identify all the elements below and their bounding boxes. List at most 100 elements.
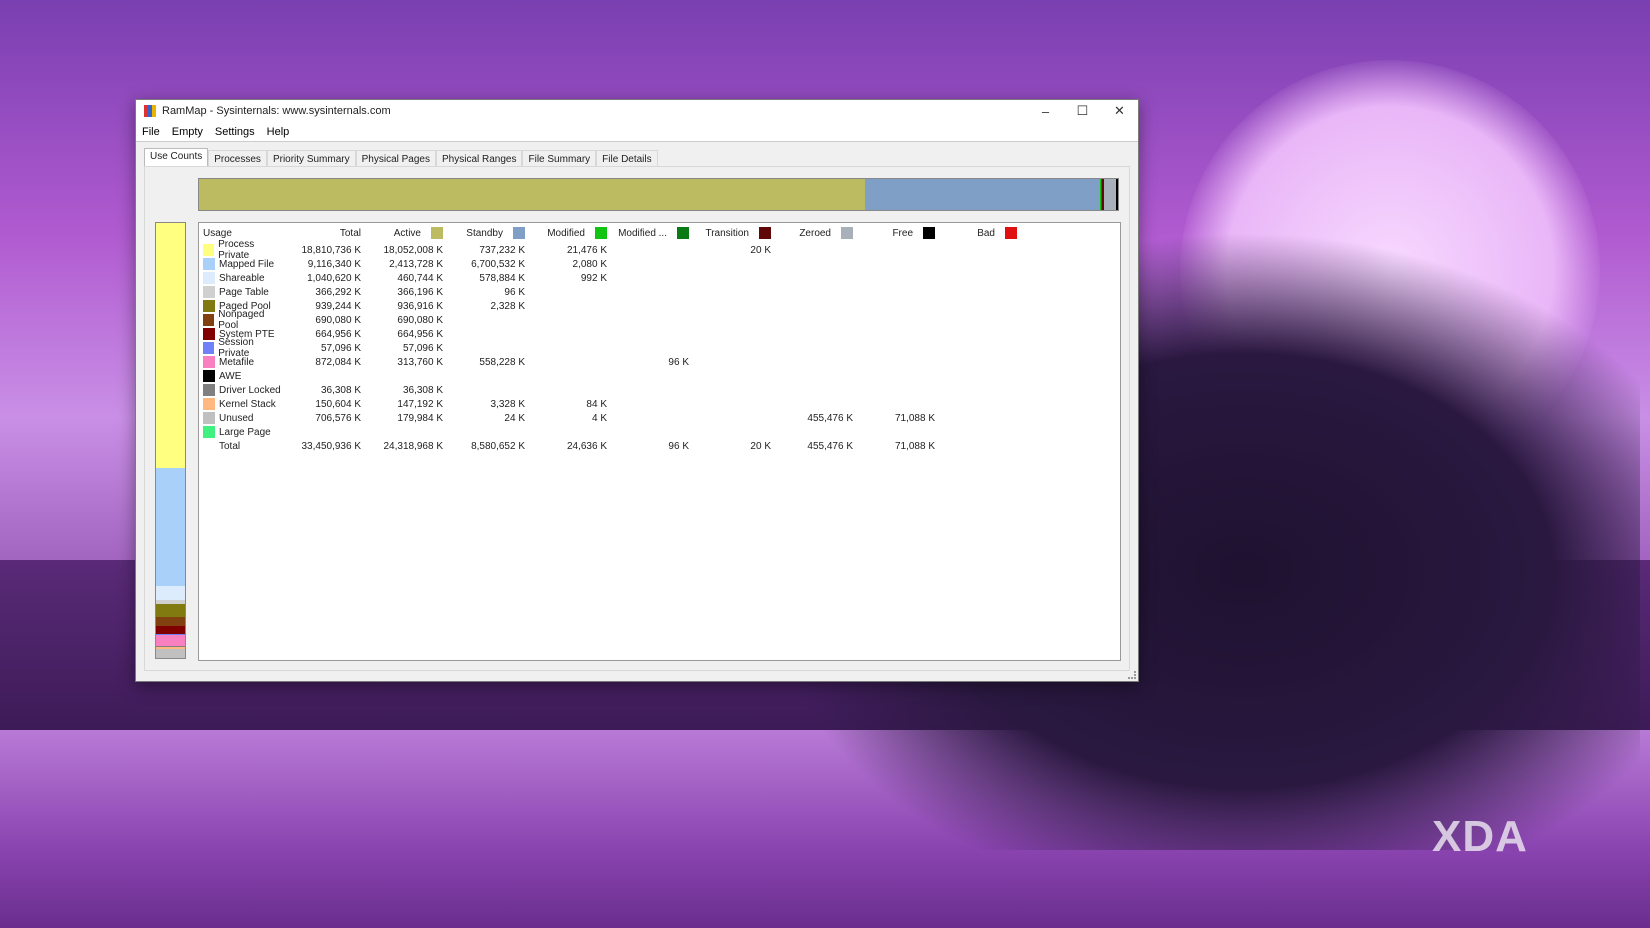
use-counts-table[interactable]: Usage Total Active Standby Modified Modified … [198,222,1121,661]
legend-swatch [595,227,607,239]
value-cell: 690,080 K [397,314,443,326]
column-label: Zeroed [799,227,831,239]
minimize-button[interactable]: – [1027,104,1064,119]
table-row[interactable]: Process Private 18,810,736 K 18,052,008 K7… [199,239,1120,261]
column-header-modified[interactable]: Modified ... [611,227,693,239]
value-cell: 21,476 K [566,244,607,256]
value-cell: 84 K [586,398,607,410]
table-row[interactable]: AWE [199,369,1120,383]
table-row[interactable]: Page Table 366,292 K 366,196 K 96 K [199,285,1120,299]
menu-settings[interactable]: Settings [209,126,261,138]
value-cell: 872,084 K [315,356,361,368]
column-header-usage[interactable]: Usage [199,228,283,239]
menu-file[interactable]: File [136,126,166,138]
value-cell: 179,984 K [397,412,443,424]
column-header-transition[interactable]: Transition [693,227,775,239]
value-cell: 3,328 K [490,398,525,410]
value-cell: 690,080 K [315,314,361,326]
value-cell: 18,052,008 K [383,244,444,256]
table-row[interactable]: Paged Pool 939,244 K 936,916 K 2,328 K [199,299,1120,313]
value-cell: 6,700,532 K [471,258,525,270]
value-cell: 578,884 K [479,272,525,284]
value-cell: 2,413,728 K [389,258,443,270]
column-header-modified[interactable]: Modified [529,227,611,239]
tab-use-counts[interactable]: Use Counts [144,148,209,168]
usage-bar-segment [156,616,185,626]
legend-swatch [431,227,443,239]
value-cell: 8,580,652 K [471,440,525,452]
value-cell: 96 K [504,286,525,298]
usage-bar-segment [156,625,185,635]
table-row[interactable]: Session Private 57,096 K 57,096 K [199,337,1120,359]
value-cell: 20 K [750,440,771,452]
usage-name: Large Page [219,426,271,438]
usage-cell: Shareable [199,272,283,284]
rammap-app-icon [144,105,156,117]
value-cell: 36,308 K [402,384,443,396]
table-row[interactable]: Shareable 1,040,620 K 460,744 K 578,884 K 99… [199,271,1120,285]
bar-segment-zeroed [1103,179,1117,210]
value-cell: 33,450,936 K [301,440,362,452]
usage-color-swatch [203,412,215,424]
usage-breakdown-bar [155,222,186,659]
usage-cell: Page Table [199,286,283,298]
menu-empty[interactable]: Empty [166,126,209,138]
legend-swatch [759,227,771,239]
column-label: Usage [203,227,232,239]
value-cell: 706,576 K [315,412,361,424]
value-cell: 664,956 K [397,328,443,340]
legend-swatch [1005,227,1017,239]
usage-color-swatch [203,258,215,270]
table-row[interactable]: Nonpaged Pool 690,080 K 690,080 K [199,309,1120,331]
value-cell: 18,810,736 K [301,244,362,256]
column-header-free[interactable]: Free [857,227,939,239]
menu-help[interactable]: Help [261,126,296,138]
column-header-bad[interactable]: Bad [939,227,1021,239]
table-row[interactable]: Large Page [199,425,1120,439]
table-row[interactable]: Mapped File 9,116,340 K 2,413,728 K 6,700,5… [199,257,1120,271]
title-bar[interactable]: RamMap - Sysinternals: www.sysinternals.… [136,100,1138,122]
legend-swatch [923,227,935,239]
column-header-total[interactable]: Total [283,228,365,239]
table-row[interactable]: Driver Locked 36,308 K 36,308 K [199,383,1120,397]
usage-cell: Large Page [199,426,283,438]
legend-swatch [677,227,689,239]
column-header-standby[interactable]: Standby [447,227,529,239]
value-cell: 664,956 K [315,328,361,340]
column-header-active[interactable]: Active [365,227,447,239]
value-cell: 150,604 K [315,398,361,410]
column-header-zeroed[interactable]: Zeroed [775,227,857,239]
usage-color-swatch [203,440,215,452]
usage-bar-segment [156,635,185,647]
table-row[interactable]: Unused 706,576 K 179,984 K 24 K 4 K 455,476 K… [199,411,1120,425]
table-row[interactable]: Total 33,450,936 K 24,318,968 K 8,580,652 K… [199,439,1120,453]
bar-segment-active [199,179,866,210]
table-row[interactable]: System PTE 664,956 K 664,956 K [199,327,1120,341]
legend-swatch [841,227,853,239]
usage-name: Kernel Stack [219,398,276,410]
value-cell: 992 K [580,272,607,284]
value-cell: 147,192 K [397,398,443,410]
value-cell: 36,308 K [320,384,361,396]
table-row[interactable]: Metafile 872,084 K 313,760 K 558,228 K 96 K [199,355,1120,369]
table-row[interactable]: Kernel Stack 150,604 K 147,192 K 3,328 K 84 … [199,397,1120,411]
rammap-window: RamMap - Sysinternals: www.sysinternals.… [135,99,1139,682]
close-button[interactable]: ✕ [1101,103,1138,119]
value-cell: 936,916 K [397,300,443,312]
usage-name: Total [219,440,241,452]
usage-bar-segment [156,467,185,587]
table-header: Usage Total Active Standby Modified Modified … [199,223,1120,243]
use-counts-pane: Usage Total Active Standby Modified Modified … [144,166,1130,671]
usage-color-swatch [203,244,215,256]
usage-bar-segment [156,648,185,658]
value-cell: 96 K [668,440,689,452]
value-cell: 71,088 K [894,440,935,452]
usage-bar-segment [156,223,185,468]
maximize-button[interactable]: ☐ [1064,103,1101,119]
value-cell: 366,196 K [397,286,443,298]
value-cell: 366,292 K [315,286,361,298]
value-cell: 24,636 K [566,440,607,452]
resize-grip[interactable] [1128,671,1136,679]
value-cell: 1,040,620 K [307,272,361,284]
usage-bar-segment [156,604,185,617]
